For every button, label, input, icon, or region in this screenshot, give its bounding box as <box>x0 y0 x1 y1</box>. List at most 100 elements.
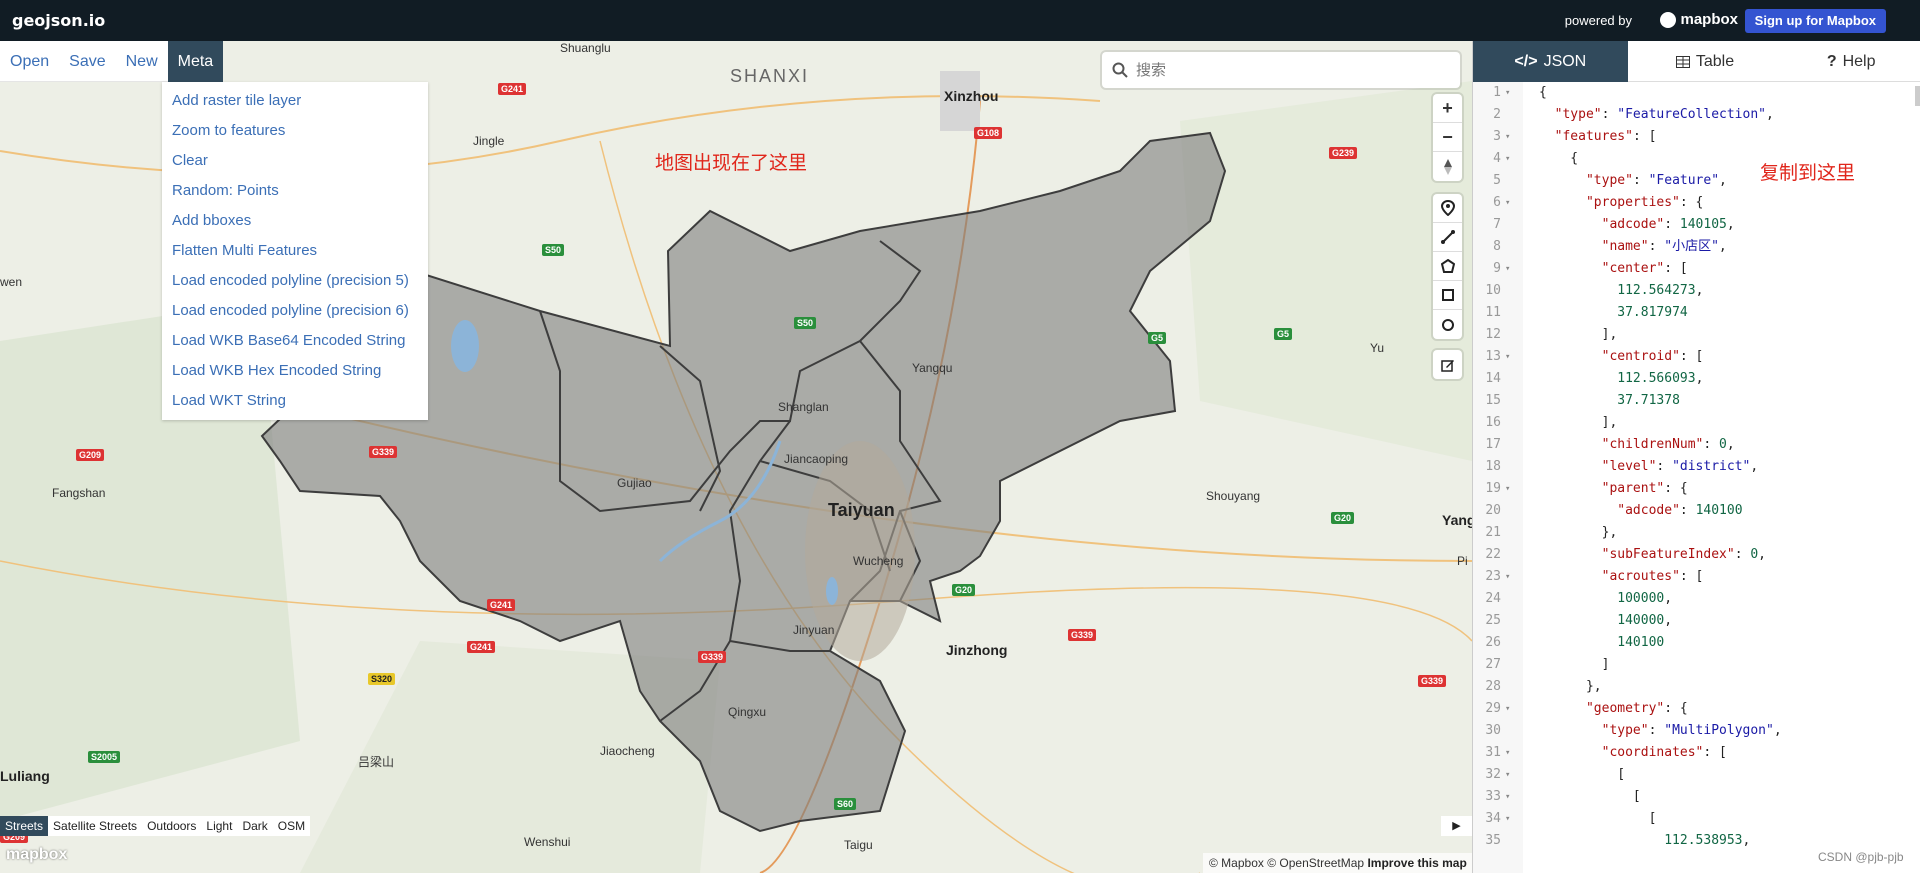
json-editor[interactable]: 1 ▾ {2 "type": "FeatureCollection", 3 ▾ "fea… <box>1473 82 1920 873</box>
code-line[interactable]: 24 100000, <box>1473 588 1920 610</box>
menu-item-wkb-base64[interactable]: Load WKB Base64 Encoded String <box>162 326 428 356</box>
place-label: Wenshui <box>524 835 571 849</box>
code-line[interactable]: 14 112.566093, <box>1473 368 1920 390</box>
fold-arrow-icon[interactable]: ▾ <box>1505 786 1515 808</box>
code-line[interactable]: 34 ▾ [ <box>1473 808 1920 830</box>
menu-item-random-points[interactable]: Random: Points <box>162 176 428 206</box>
fold-arrow-icon[interactable]: ▾ <box>1505 82 1515 104</box>
code-line[interactable]: 17 "childrenNum": 0, <box>1473 434 1920 456</box>
code-line[interactable]: 13 ▾ "centroid": [ <box>1473 346 1920 368</box>
code-line[interactable]: 35 112.538953, <box>1473 830 1920 852</box>
collapse-panel-button[interactable]: ▶ <box>1441 816 1472 836</box>
mapbox-watermark[interactable]: mapbox <box>6 846 67 864</box>
menu-save[interactable]: Save <box>59 41 115 82</box>
code-line[interactable]: 31 ▾ "coordinates": [ <box>1473 742 1920 764</box>
fold-arrow-icon[interactable]: ▾ <box>1505 192 1515 214</box>
attribution-osm[interactable]: © OpenStreetMap <box>1267 856 1364 870</box>
code-text: "coordinates": [ <box>1601 745 1727 760</box>
code-line[interactable]: 23 ▾ "acroutes": [ <box>1473 566 1920 588</box>
code-line[interactable]: 32 ▾ [ <box>1473 764 1920 786</box>
search-box <box>1102 52 1460 88</box>
zoom-in-button[interactable]: + <box>1433 94 1462 123</box>
style-dark[interactable]: Dark <box>237 816 272 836</box>
search-input[interactable] <box>1136 58 1446 82</box>
draw-rectangle-button[interactable] <box>1433 281 1462 310</box>
code-line[interactable]: 6 ▾ "properties": { <box>1473 192 1920 214</box>
compass-button[interactable] <box>1433 152 1462 181</box>
fold-arrow-icon[interactable]: ▾ <box>1505 126 1515 148</box>
brand-logo[interactable]: geojson.io <box>12 11 105 30</box>
mapbox-logo[interactable]: mapbox <box>1660 11 1738 28</box>
code-line[interactable]: 12 ], <box>1473 324 1920 346</box>
fold-arrow-icon[interactable]: ▾ <box>1505 698 1515 720</box>
mapbox-logo-text: mapbox <box>1680 11 1738 28</box>
code-line[interactable]: 11 37.817974 <box>1473 302 1920 324</box>
draw-circle-button[interactable] <box>1433 310 1462 339</box>
line-number: 18 <box>1485 459 1501 474</box>
draw-polygon-button[interactable] <box>1433 252 1462 281</box>
tab-help[interactable]: ? Help <box>1782 41 1920 82</box>
style-light[interactable]: Light <box>201 816 237 836</box>
menu-item-add-bboxes[interactable]: Add bboxes <box>162 206 428 236</box>
attribution-mapbox[interactable]: © Mapbox <box>1209 856 1264 870</box>
menu-item-wkt[interactable]: Load WKT String <box>162 386 428 416</box>
fold-arrow-icon[interactable]: ▾ <box>1505 258 1515 280</box>
code-line[interactable]: 8 "name": "小店区", <box>1473 236 1920 258</box>
code-line[interactable]: 2 "type": "FeatureCollection", <box>1473 104 1920 126</box>
code-text: [ <box>1539 767 1626 782</box>
code-line[interactable]: 26 140100 <box>1473 632 1920 654</box>
draw-marker-button[interactable] <box>1433 194 1462 223</box>
fold-arrow-icon[interactable]: ▾ <box>1505 148 1515 170</box>
fold-arrow-icon[interactable]: ▾ <box>1505 808 1515 830</box>
menu-item-zoom-features[interactable]: Zoom to features <box>162 116 428 146</box>
code-line[interactable]: 29 ▾ "geometry": { <box>1473 698 1920 720</box>
code-line[interactable]: 18 "level": "district", <box>1473 456 1920 478</box>
fold-arrow-icon[interactable]: ▾ <box>1505 346 1515 368</box>
menu-item-wkb-hex[interactable]: Load WKB Hex Encoded String <box>162 356 428 386</box>
menu-item-polyline-6[interactable]: Load encoded polyline (precision 6) <box>162 296 428 326</box>
style-satellite-streets[interactable]: Satellite Streets <box>48 816 142 836</box>
code-line[interactable]: 9 ▾ "center": [ <box>1473 258 1920 280</box>
improve-map-link[interactable]: Improve this map <box>1367 856 1466 870</box>
fold-arrow-icon[interactable]: ▾ <box>1505 478 1515 500</box>
code-line[interactable]: 1 ▾ { <box>1473 82 1920 104</box>
menu-item-flatten[interactable]: Flatten Multi Features <box>162 236 428 266</box>
edit-button[interactable] <box>1433 350 1462 379</box>
tab-table[interactable]: Table <box>1628 41 1783 82</box>
code-text: "adcode": 140100 <box>1617 503 1743 518</box>
style-streets[interactable]: Streets <box>0 816 49 836</box>
code-line[interactable]: 27 ] <box>1473 654 1920 676</box>
code-line[interactable]: 3 ▾ "features": [ <box>1473 126 1920 148</box>
line-number: 34 <box>1485 811 1501 826</box>
tab-json[interactable]: </> JSON <box>1473 41 1628 82</box>
code-line[interactable]: 22 "subFeatureIndex": 0, <box>1473 544 1920 566</box>
menu-item-clear[interactable]: Clear <box>162 146 428 176</box>
code-line[interactable]: 19 ▾ "parent": { <box>1473 478 1920 500</box>
signup-button[interactable]: Sign up for Mapbox <box>1744 9 1886 33</box>
menu-open[interactable]: Open <box>0 41 59 82</box>
draw-line-button[interactable] <box>1433 223 1462 252</box>
code-line[interactable]: 20 "adcode": 140100 <box>1473 500 1920 522</box>
fold-arrow-icon[interactable]: ▾ <box>1505 742 1515 764</box>
code-line[interactable]: 33 ▾ [ <box>1473 786 1920 808</box>
line-number: 21 <box>1485 525 1501 540</box>
code-line[interactable]: 30 "type": "MultiPolygon", <box>1473 720 1920 742</box>
code-line[interactable]: 7 "adcode": 140105, <box>1473 214 1920 236</box>
style-osm[interactable]: OSM <box>273 816 310 836</box>
zoom-out-button[interactable]: − <box>1433 123 1462 152</box>
code-line[interactable]: 25 140000, <box>1473 610 1920 632</box>
code-line[interactable]: 15 37.71378 <box>1473 390 1920 412</box>
line-number: 9 <box>1493 261 1501 276</box>
menu-item-polyline-5[interactable]: Load encoded polyline (precision 5) <box>162 266 428 296</box>
code-line[interactable]: 16 ], <box>1473 412 1920 434</box>
code-line[interactable]: 28 }, <box>1473 676 1920 698</box>
code-line[interactable]: 21 }, <box>1473 522 1920 544</box>
code-line[interactable]: 10 112.564273, <box>1473 280 1920 302</box>
menu-meta[interactable]: Meta <box>167 41 224 82</box>
menu-new[interactable]: New <box>116 41 168 82</box>
fold-arrow-icon[interactable]: ▾ <box>1505 764 1515 786</box>
fold-arrow-icon[interactable]: ▾ <box>1505 566 1515 588</box>
menu-item-add-raster[interactable]: Add raster tile layer <box>162 86 428 116</box>
style-outdoors[interactable]: Outdoors <box>142 816 201 836</box>
editor-scrollbar[interactable] <box>1915 86 1920 106</box>
